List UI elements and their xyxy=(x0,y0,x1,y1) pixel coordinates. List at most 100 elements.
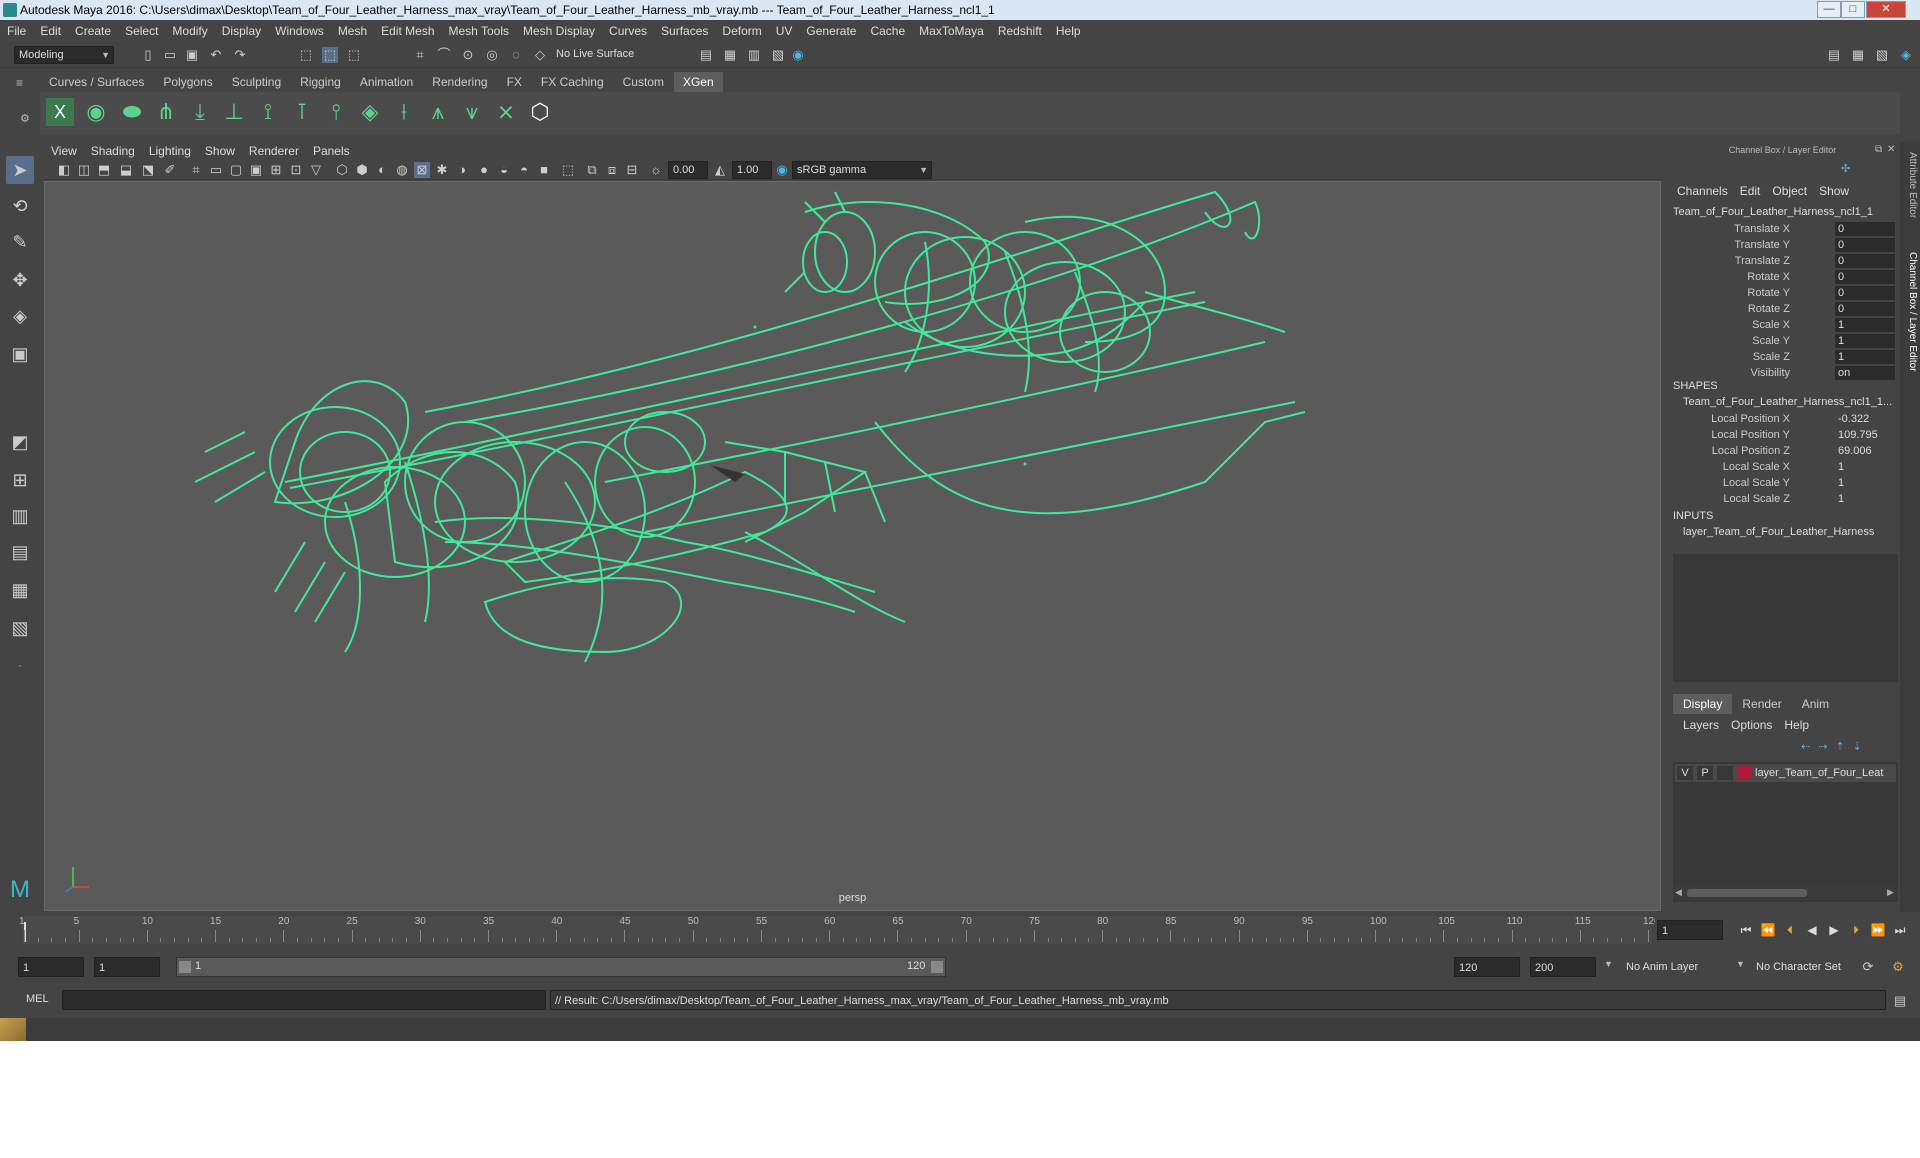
attr-rotate-z[interactable]: Rotate Z0 xyxy=(1665,302,1900,316)
wireframe-on-shaded-icon[interactable]: ◍ xyxy=(394,162,410,178)
xgen-bend-guide-icon[interactable]: ⩚ xyxy=(424,98,452,126)
edit-menu[interactable]: Edit xyxy=(1734,182,1767,200)
ipr-render-icon[interactable]: ▥ xyxy=(746,47,762,63)
xgen-preview-icon[interactable]: ◉ xyxy=(82,98,110,126)
modeling-toolkit-icon[interactable]: ▤ xyxy=(1826,47,1842,63)
attr-scale-z[interactable]: Scale Z1 xyxy=(1665,350,1900,364)
snap-view-icon[interactable]: ◎ xyxy=(484,47,500,63)
gate-mask-icon[interactable]: ▣ xyxy=(248,162,264,178)
viewport-menu-lighting[interactable]: Lighting xyxy=(142,142,198,160)
animation-end-field[interactable]: 200 xyxy=(1530,957,1596,977)
snap-point-icon[interactable]: ⊙ xyxy=(460,47,476,63)
attr-translate-x[interactable]: Translate X0 xyxy=(1665,222,1900,236)
select-component-icon[interactable]: ⬚ xyxy=(346,47,362,63)
render-current-icon[interactable]: ▦ xyxy=(722,47,738,63)
graph-layout-icon[interactable]: ▤ xyxy=(6,538,34,566)
menu-file[interactable]: File xyxy=(0,20,33,42)
tab-fx-caching[interactable]: FX Caching xyxy=(531,72,613,92)
go-to-end-icon[interactable]: ⏭ xyxy=(1891,922,1909,938)
screen-space-ao-icon[interactable]: ◒ xyxy=(496,162,512,178)
tab-render[interactable]: Render xyxy=(1732,694,1791,714)
step-forward-frame-icon[interactable]: ⏵ xyxy=(1847,922,1865,938)
move-tool-icon[interactable]: ✥ xyxy=(6,266,34,294)
anim-layer-dropdown[interactable]: No Anim Layer xyxy=(1626,957,1736,977)
xgen-place-guide-icon[interactable]: ⤓ xyxy=(186,98,214,126)
side-tab-attribute-editor[interactable]: Attribute Editor xyxy=(1902,152,1918,218)
scroll-right-icon[interactable]: ▶ xyxy=(1887,887,1894,898)
hypershade-icon[interactable]: ◉ xyxy=(790,47,806,63)
xgen-editor-icon[interactable]: X xyxy=(46,98,74,126)
layer-name[interactable]: layer_Team_of_Four_Leat xyxy=(1755,766,1895,780)
scrollbar-thumb[interactable] xyxy=(1687,889,1807,897)
attr-local-position-x[interactable]: Local Position X -0.322 xyxy=(1665,412,1900,426)
tab-polygons[interactable]: Polygons xyxy=(154,72,222,92)
character-set-dropdown[interactable]: No Character Set xyxy=(1756,957,1866,977)
menu-maxtomaya[interactable]: MaxToMaya xyxy=(912,20,991,42)
xgen-layers-icon[interactable]: ◈ xyxy=(356,98,384,126)
animation-start-field[interactable]: 1 xyxy=(18,957,84,977)
xgen-lock-guide-icon[interactable]: ⊺ xyxy=(288,98,316,126)
range-end-handle[interactable] xyxy=(931,961,943,973)
close-panel-icon[interactable]: ✕ xyxy=(1887,144,1897,155)
tab-anim[interactable]: Anim xyxy=(1792,694,1839,714)
xgen-add-guide-icon[interactable]: ⊥ xyxy=(220,98,248,126)
menu-uv[interactable]: UV xyxy=(769,20,800,42)
grid-icon[interactable]: ⌗ xyxy=(188,162,204,178)
xray-icon[interactable]: ⊠ xyxy=(414,162,430,178)
paint-select-tool-icon[interactable]: ✎ xyxy=(6,228,34,256)
scale-tool-icon[interactable]: ▣ xyxy=(6,340,34,368)
gamma-field[interactable]: 1.00 xyxy=(732,161,772,179)
menu-mesh[interactable]: Mesh xyxy=(331,20,374,42)
color-management-icon[interactable]: ◉ xyxy=(774,162,790,178)
tab-display[interactable]: Display xyxy=(1673,694,1733,714)
float-panel-icon[interactable]: ⧉ xyxy=(1875,144,1885,155)
hud-icon[interactable]: ⧉ xyxy=(584,162,600,178)
minimize-button[interactable]: — xyxy=(1817,1,1841,18)
motion-blur-icon[interactable]: ◓ xyxy=(516,162,532,178)
side-tab-channel-box[interactable]: Channel Box / Layer Editor xyxy=(1902,252,1918,372)
viewport-menu-view[interactable]: View xyxy=(44,142,84,160)
object-menu[interactable]: Object xyxy=(1766,182,1813,200)
menu-deform[interactable]: Deform xyxy=(715,20,768,42)
go-to-start-icon[interactable]: ⏮ xyxy=(1737,922,1755,938)
play-forwards-icon[interactable]: ▶ xyxy=(1825,922,1843,938)
attribute-editor-toggle-icon[interactable]: ▦ xyxy=(1850,47,1866,63)
step-forward-key-icon[interactable]: ⏩ xyxy=(1869,922,1887,938)
wireframe-icon[interactable]: ⬡ xyxy=(334,162,350,178)
safe-action-icon[interactable]: ⊡ xyxy=(288,162,304,178)
layer-help-menu[interactable]: Help xyxy=(1778,718,1815,732)
rotate-tool-icon[interactable]: ◈ xyxy=(6,302,34,330)
menu-select[interactable]: Select xyxy=(118,20,165,42)
menu-mesh-display[interactable]: Mesh Display xyxy=(516,20,602,42)
smooth-shade-icon[interactable]: ⬢ xyxy=(354,162,370,178)
safe-title-icon[interactable]: ▽ xyxy=(308,162,324,178)
menu-edit[interactable]: Edit xyxy=(33,20,68,42)
four-view-layout-icon[interactable]: ⊞ xyxy=(6,466,34,494)
live-surface-field[interactable]: No Live Surface xyxy=(552,46,652,64)
hypershade-layout-icon[interactable]: ▧ xyxy=(6,614,34,642)
script-language-toggle[interactable]: MEL xyxy=(26,993,49,1005)
close-button[interactable]: ✕ xyxy=(1866,1,1906,18)
attr-local-scale-z[interactable]: Local Scale Z1 xyxy=(1665,492,1900,506)
camera-attributes-icon[interactable]: ◫ xyxy=(76,162,92,178)
menu-display[interactable]: Display xyxy=(215,20,268,42)
menu-surfaces[interactable]: Surfaces xyxy=(654,20,715,42)
attr-rotate-y[interactable]: Rotate Y0 xyxy=(1665,286,1900,300)
film-gate-icon[interactable]: ▭ xyxy=(208,162,224,178)
render-view-icon[interactable]: ▧ xyxy=(770,47,786,63)
tab-fx[interactable]: FX xyxy=(497,72,531,92)
snap-surface-icon[interactable]: ◌ xyxy=(508,47,524,63)
layer-row[interactable]: V P layer_Team_of_Four_Leat xyxy=(1675,764,1896,782)
tab-custom[interactable]: Custom xyxy=(613,72,673,92)
frame-all-icon[interactable]: ⧈ xyxy=(604,162,620,178)
select-object-icon[interactable]: ⬚ xyxy=(322,47,338,63)
input-name[interactable]: layer_Team_of_Four_Leather_Harness xyxy=(1683,526,1874,538)
attr-local-position-y[interactable]: Local Position Y 109.795 xyxy=(1665,428,1900,442)
xgen-guide-density-icon[interactable]: ⫯ xyxy=(322,98,350,126)
range-start-handle[interactable] xyxy=(179,961,191,973)
bookmark-icon[interactable]: ⬒ xyxy=(96,162,112,178)
tab-xgen[interactable]: XGen xyxy=(673,72,723,92)
grease-pencil-icon[interactable]: ✐ xyxy=(162,162,178,178)
isolate-select-icon[interactable]: ⬚ xyxy=(560,162,576,178)
options-menu[interactable]: Options xyxy=(1725,718,1778,732)
